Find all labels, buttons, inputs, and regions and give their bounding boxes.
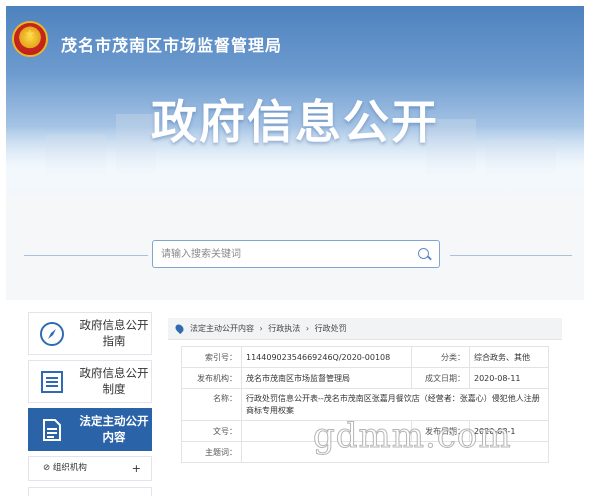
table-row: 索引号： 11440902354669246Q/2020-00108 分类： 综… [181,346,549,368]
publisher-value: 茂名市茂南区市场监督管理局 [241,367,412,389]
date-value: 2020-08-11 [469,367,549,389]
breadcrumb-separator: › [305,324,310,333]
sidebar: 政府信息公开指南 政府信息公开制度 法定主动公开内容 ⊘ 组织机构 + [28,312,152,496]
compass-icon [40,322,64,346]
publisher-label: 发布机构： [181,367,242,389]
divider-right [450,255,572,256]
list-icon [41,371,63,393]
breadcrumb: 法定主动公开内容 › 行政执法 › 行政处罚 [168,318,562,340]
table-row: 发布机构： 茂名市茂南区市场监督管理局 成文日期： 2020-08-11 [181,367,549,389]
divider-left [24,255,148,256]
document-icon [43,419,61,441]
search-box [152,240,440,268]
sidebar-item-label: 政府信息公开制度 [79,366,149,396]
breadcrumb-item[interactable]: 法定主动公开内容 [190,324,254,333]
page-title: 政府信息公开 [151,95,439,149]
breadcrumb-separator: › [259,324,263,333]
index-label: 索引号： [181,346,242,368]
chain-icon: ⊘ [43,463,51,473]
sidebar-subitem-next[interactable] [28,487,152,496]
search-icon[interactable] [418,248,429,259]
page: 茂名市茂南区市场监督管理局 政府信息公开 政府信息公开指南 政府信息公开制度 [0,0,591,496]
date-label: 成文日期： [411,367,470,389]
sidebar-item-label: 政府信息公开指南 [79,318,149,348]
subject-label: 主题词： [181,441,242,463]
sidebar-item-label: 法定主动公开内容 [79,414,149,444]
sidebar-subitem-organization[interactable]: ⊘ 组织机构 + [28,456,152,481]
name-label: 名称： [181,388,242,421]
category-label: 分类： [411,346,470,368]
index-value: 11440902354669246Q/2020-00108 [241,346,412,368]
sidebar-item-mandatory-content[interactable]: 法定主动公开内容 [28,408,152,451]
breadcrumb-item[interactable]: 行政处罚 [315,324,347,333]
sidebar-item-system[interactable]: 政府信息公开制度 [28,360,152,403]
header-banner: 茂名市茂南区市场监督管理局 政府信息公开 [6,6,584,196]
expand-icon[interactable]: + [132,457,141,480]
search-input[interactable] [161,245,401,263]
sidebar-subitem-label: 组织机构 [52,463,87,473]
breadcrumb-item[interactable]: 行政执法 [268,324,300,333]
watermark: gdmm.com [313,416,512,457]
sidebar-item-guide[interactable]: 政府信息公开指南 [28,312,152,355]
docno-label: 文号： [181,420,242,442]
category-value: 综合政务、其他 [469,346,549,368]
bureau-name: 茂名市茂南区市场监督管理局 [61,36,283,55]
national-emblem-icon [12,21,48,57]
location-pin-icon [173,322,186,335]
